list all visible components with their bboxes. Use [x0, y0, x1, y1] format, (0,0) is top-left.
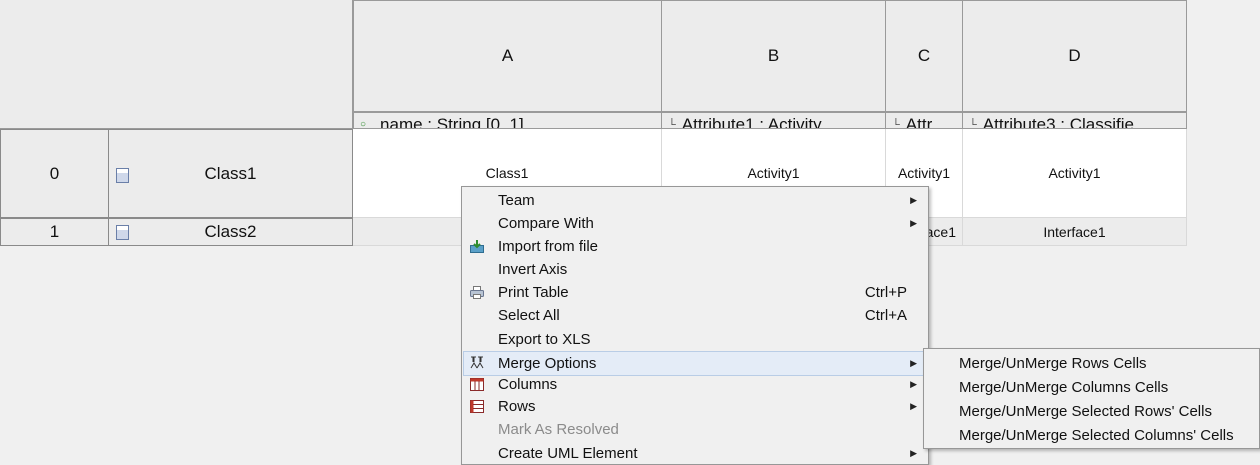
column-header-c[interactable]: C: [886, 0, 963, 112]
column-letter: C: [917, 46, 931, 65]
menu-item-export-to-xls[interactable]: Export to XLS: [463, 328, 927, 351]
menu-item-label: Export to XLS: [498, 331, 591, 348]
menu-item-rows[interactable]: Rows ▶: [463, 395, 927, 418]
menu-item-label: Merge Options: [498, 355, 597, 372]
submenu-arrow-icon: ▶: [910, 218, 917, 228]
import-icon: [470, 240, 484, 253]
merge-options-submenu: Merge/UnMerge Rows Cells Merge/UnMerge C…: [923, 348, 1260, 449]
class-icon: [116, 225, 129, 240]
submenu-arrow-icon: ▶: [910, 401, 917, 411]
menu-item-label: Import from file: [498, 238, 599, 255]
row-index-label: 0: [49, 163, 60, 183]
table-cell[interactable]: Interface1: [963, 218, 1187, 246]
menu-item-create-uml-element[interactable]: Create UML Element ▶: [463, 442, 927, 465]
menu-item-team[interactable]: Team ▶: [463, 189, 927, 212]
attribute-icon: └: [969, 119, 977, 129]
column-header-a[interactable]: A: [353, 0, 662, 112]
column-subheader-b[interactable]: └ Attribute1 : Activity: [662, 112, 886, 129]
cell-value: ace1: [925, 223, 956, 240]
menu-item-select-all[interactable]: Select All Ctrl+A: [463, 304, 927, 327]
column-letter: D: [1068, 46, 1081, 65]
cell-value: Activity1: [897, 165, 951, 181]
attribute-icon: └: [668, 119, 676, 129]
menu-item-mark-as-resolved: Mark As Resolved: [463, 418, 927, 441]
attribute-icon: └: [892, 119, 900, 129]
merge-icon: [470, 356, 484, 369]
menu-item-label: Invert Axis: [498, 261, 568, 278]
cell-value: Activity1: [1048, 165, 1101, 181]
submenu-arrow-icon: ▶: [910, 448, 917, 458]
column-subheader-d[interactable]: └ Attribute3 : Classifie: [963, 112, 1187, 129]
menu-item-shortcut: Ctrl+P: [864, 284, 907, 301]
column-letter: A: [501, 46, 514, 65]
cell-value: Class1: [485, 165, 529, 181]
menu-item-shortcut: Ctrl+A: [864, 307, 907, 324]
table-corner-header: [0, 0, 353, 129]
context-menu: Team ▶ Compare With ▶ Import from file I…: [461, 186, 929, 465]
column-subheader-c[interactable]: └ Attr: [886, 112, 963, 129]
menu-item-label: Compare With: [498, 215, 594, 232]
menu-item-invert-axis[interactable]: Invert Axis: [463, 258, 927, 281]
column-subheader-label: Attr: [905, 115, 933, 129]
submenu-arrow-icon: ▶: [910, 195, 917, 205]
submenu-item-merge-selected-rows-cells[interactable]: Merge/UnMerge Selected Rows' Cells: [959, 400, 1212, 424]
column-subheader-label: name : String [0..1]: [380, 115, 524, 129]
column-subheader-label: Attribute3 : Classifie: [982, 115, 1134, 129]
row-header-1[interactable]: Class2: [109, 218, 353, 246]
row-index-0[interactable]: 0: [0, 129, 109, 218]
column-subheader-label: Attribute1 : Activity: [681, 115, 822, 129]
property-icon: ○: [360, 119, 367, 129]
submenu-item-merge-rows-cells[interactable]: Merge/UnMerge Rows Cells: [959, 352, 1147, 376]
menu-item-label: Select All: [498, 307, 560, 324]
submenu-item-merge-columns-cells[interactable]: Merge/UnMerge Columns Cells: [959, 376, 1168, 400]
class-icon: [116, 168, 129, 183]
column-subheader-a[interactable]: ○ name : String [0..1]: [353, 112, 662, 129]
menu-item-label: Mark As Resolved: [498, 421, 619, 438]
cell-value: Activity1: [747, 165, 800, 181]
submenu-arrow-icon: ▶: [910, 379, 917, 389]
row-name-label: Class2: [204, 222, 257, 241]
menu-item-print-table[interactable]: Print Table Ctrl+P: [463, 281, 927, 304]
submenu-item-merge-selected-columns-cells[interactable]: Merge/UnMerge Selected Columns' Cells: [959, 424, 1234, 448]
menu-item-compare-with[interactable]: Compare With ▶: [463, 212, 927, 235]
columns-icon: [470, 378, 484, 391]
submenu-arrow-icon: ▶: [910, 358, 917, 368]
cell-value: Interface1: [1043, 223, 1106, 240]
rows-icon: [470, 400, 484, 413]
column-header-d[interactable]: D: [963, 0, 1187, 112]
menu-item-label: Rows: [498, 398, 536, 415]
menu-item-import-from-file[interactable]: Import from file: [463, 235, 927, 258]
menu-item-label: Create UML Element: [498, 445, 638, 462]
menu-item-columns[interactable]: Columns ▶: [463, 373, 927, 396]
column-letter: B: [767, 46, 780, 65]
menu-item-label: Team: [498, 192, 535, 209]
row-index-label: 1: [49, 222, 60, 241]
menu-item-label: Print Table: [498, 284, 569, 301]
table-cell[interactable]: Activity1: [963, 129, 1187, 218]
row-name-label: Class1: [204, 163, 257, 183]
menu-item-label: Columns: [498, 376, 558, 393]
column-header-b[interactable]: B: [662, 0, 886, 112]
printer-icon: [470, 286, 484, 299]
row-header-0[interactable]: Class1: [109, 129, 353, 218]
row-index-1[interactable]: 1: [0, 218, 109, 246]
